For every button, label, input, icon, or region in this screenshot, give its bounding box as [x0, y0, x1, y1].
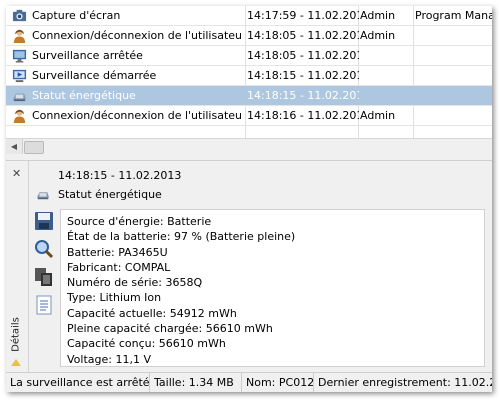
details-info-box: Source d'énergie: Batterie État de la ba… [60, 209, 485, 367]
event-name: Surveillance arrêtée [32, 49, 143, 62]
detail-line: Pleine capacité chargée: 56610 mWh [67, 322, 273, 336]
details-panel: ✕ Détails 14:18:15 - 11.02.2013 Statut é… [6, 161, 492, 372]
event-program [415, 66, 492, 85]
event-row[interactable]: Connexion/déconnexion de l'utilisateur 1… [6, 106, 492, 126]
power-icon [12, 86, 30, 105]
event-user [360, 86, 412, 105]
pin-icon[interactable] [10, 357, 22, 367]
detail-line: Voltage: 11,1 V [67, 352, 151, 366]
event-name: Connexion/déconnexion de l'utilisateur [32, 29, 243, 42]
horizontal-scrollbar[interactable]: ◀ [6, 138, 492, 154]
event-user: Admin [360, 9, 396, 22]
document-icon[interactable] [34, 295, 54, 315]
event-user [360, 66, 412, 85]
detail-line: Batterie: PA3465U [67, 245, 168, 259]
details-toolbar [34, 211, 58, 323]
details-event-name: Statut énergétique [58, 188, 162, 201]
event-program [415, 26, 492, 45]
event-time: 14:18:05 - 11.02.2013 [247, 29, 359, 42]
detail-line: Type: Lithium Ion [67, 291, 162, 305]
user-icon [12, 26, 30, 45]
event-user: Admin [360, 29, 396, 42]
camera-icon [12, 6, 30, 25]
event-list: Capture d'écran 14:17:59 - 11.02.2013 Ad… [6, 6, 492, 138]
event-program: Program Mana [415, 9, 492, 22]
event-program [415, 106, 492, 125]
event-program [415, 86, 492, 105]
detail-line: Source d'énergie: Batterie [67, 215, 212, 228]
event-row[interactable]: Surveillance arrêtée 14:18:05 - 11.02.20… [6, 46, 492, 66]
event-time: 14:18:16 - 11.02.2013 [247, 109, 359, 122]
event-row[interactable]: Surveillance démarrée 14:18:15 - 11.02.2… [6, 66, 492, 86]
details-tab-label[interactable]: Détails [11, 311, 22, 359]
status-bar: La surveillance est arrêtée Taille: 1.34… [6, 372, 492, 392]
event-time: 14:18:05 - 11.02.2013 [247, 49, 359, 62]
event-time: 14:18:15 - 11.02.2013 [247, 89, 359, 102]
event-name: Capture d'écran [32, 9, 121, 22]
event-user: Admin [360, 109, 396, 122]
detail-line: Fabricant: COMPAL [67, 260, 171, 274]
copy-icon[interactable] [34, 267, 54, 287]
save-icon[interactable] [34, 211, 54, 231]
event-row-selected[interactable]: Statut énergétique 14:18:15 - 11.02.2013 [6, 86, 492, 106]
event-user [360, 46, 412, 65]
monitor-stop-icon [12, 46, 30, 65]
search-icon[interactable] [34, 239, 54, 259]
event-row[interactable]: Capture d'écran 14:17:59 - 11.02.2013 Ad… [6, 6, 492, 26]
panel-splitter[interactable] [6, 154, 492, 161]
user-icon [12, 106, 30, 125]
monitor-play-icon [12, 66, 30, 85]
status-size: Taille: 1.34 MB [150, 373, 242, 392]
event-name: Connexion/déconnexion de l'utilisateur [32, 109, 243, 122]
status-last-record: Dernier enregistrement: 11.02.2013 [318, 376, 492, 389]
power-icon [36, 192, 50, 200]
event-program [415, 46, 492, 65]
detail-line: Capacité actuelle: 54912 mWh [67, 306, 237, 320]
event-name: Surveillance démarrée [32, 69, 157, 82]
event-time: 14:17:59 - 11.02.2013 [247, 9, 359, 22]
close-icon[interactable]: ✕ [12, 167, 21, 180]
details-time: 14:18:15 - 11.02.2013 [58, 169, 182, 182]
status-monitoring: La surveillance est arrêtée [6, 373, 150, 392]
application-window: Capture d'écran 14:17:59 - 11.02.2013 Ad… [6, 6, 492, 392]
scroll-left-button[interactable]: ◀ [6, 139, 23, 154]
event-row[interactable]: Connexion/déconnexion de l'utilisateur 1… [6, 26, 492, 46]
event-name: Statut énergétique [32, 89, 136, 102]
detail-line: Capacité conçu: 56610 mWh [67, 337, 226, 351]
detail-line: État de la batterie: 97 % (Batterie plei… [67, 230, 296, 244]
status-name: Nom: PC012 [242, 373, 314, 392]
event-time: 14:18:15 - 11.02.2013 [247, 69, 359, 82]
details-side-tab: ✕ Détails [6, 161, 29, 372]
detail-line: Numéro de série: 3658Q [67, 276, 203, 290]
scrollbar-thumb[interactable] [24, 141, 44, 154]
